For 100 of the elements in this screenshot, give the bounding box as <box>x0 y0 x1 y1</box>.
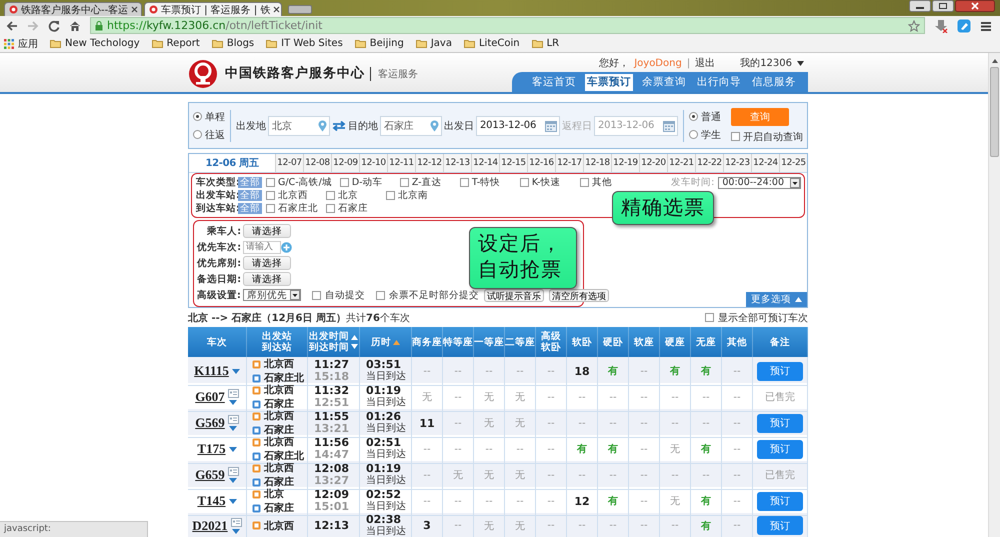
checkbox[interactable] <box>312 290 321 300</box>
menu-icon[interactable] <box>980 20 992 32</box>
date-tab[interactable]: 12-24 <box>751 154 779 172</box>
checkbox[interactable] <box>705 313 714 322</box>
checkbox[interactable] <box>400 178 409 187</box>
back-icon[interactable] <box>6 20 18 32</box>
stops-list-icon[interactable] <box>228 389 239 398</box>
date-tab[interactable]: 12-10 <box>359 154 387 172</box>
date-tab[interactable]: 12-21 <box>667 154 695 172</box>
caret-icon[interactable] <box>232 528 240 534</box>
close-icon[interactable] <box>955 0 995 12</box>
bookmark-link[interactable]: IT Web Sites <box>281 38 343 49</box>
option-button[interactable]: 试听提示音乐 <box>484 288 544 302</box>
date-tab[interactable]: 12-20 <box>639 154 667 172</box>
radio-button[interactable] <box>193 112 202 121</box>
reload-icon[interactable] <box>48 20 60 32</box>
bookmark-link[interactable]: Blogs <box>226 38 254 49</box>
radio-button[interactable] <box>689 112 698 121</box>
date-tab[interactable]: 12-13 <box>443 154 471 172</box>
checkbox[interactable] <box>376 290 385 300</box>
home-icon[interactable] <box>69 20 81 32</box>
date-tab[interactable]: 12-14 <box>471 154 499 172</box>
checkbox[interactable] <box>266 204 275 213</box>
date-tab[interactable]: 12-09 <box>331 154 359 172</box>
stops-list-icon[interactable] <box>230 518 242 526</box>
checkbox[interactable] <box>580 178 589 187</box>
date-tab[interactable]: 12-17 <box>555 154 583 172</box>
time-select[interactable]: 00:00--24:00 <box>718 176 801 188</box>
date-tab[interactable]: 12-12 <box>415 154 443 172</box>
date-tab[interactable]: 12-25 <box>779 154 807 172</box>
train-number-link[interactable]: D2021 <box>192 518 228 534</box>
account-menu[interactable]: 我的12306 <box>740 56 804 70</box>
train-number-link[interactable]: G659 <box>195 467 225 483</box>
close-icon[interactable] <box>273 6 280 13</box>
date-tab[interactable]: 12-23 <box>723 154 751 172</box>
nav-tab[interactable]: 信息服务 <box>750 74 798 90</box>
date-tab[interactable]: 12-08 <box>303 154 331 172</box>
checkbox[interactable] <box>731 132 740 141</box>
bookmark-link[interactable]: Java <box>430 38 452 49</box>
nav-tab[interactable]: 客运首页 <box>530 74 578 90</box>
stops-list-icon[interactable] <box>228 415 239 424</box>
checkbox[interactable] <box>340 178 349 187</box>
select-button[interactable]: 请选择 <box>243 224 291 238</box>
select-button[interactable]: 请选择 <box>243 256 291 270</box>
checkbox[interactable] <box>460 178 469 187</box>
bookmark-star-icon[interactable] <box>908 20 920 32</box>
address-bar[interactable]: https://kyfw.12306.cn/otn/leftTicket/init <box>90 17 925 34</box>
bookmark-link[interactable]: Report <box>166 38 200 49</box>
radio-button[interactable] <box>689 130 698 139</box>
caret-icon[interactable] <box>228 498 237 504</box>
bookmark-link[interactable]: 应用 <box>18 36 38 50</box>
input-field[interactable]: 石家庄 <box>380 116 442 136</box>
extension-icon[interactable] <box>957 18 971 32</box>
bookmark-link[interactable]: LR <box>546 38 560 49</box>
checkbox[interactable] <box>520 178 529 187</box>
caret-icon[interactable] <box>232 368 240 374</box>
input-field[interactable]: 2013-12-06 <box>476 116 560 136</box>
date-tab[interactable]: 12-19 <box>611 154 639 172</box>
browser-tab[interactable]: 车票预订 | 客运服务 | 铁 <box>144 2 282 16</box>
radio-button[interactable] <box>193 130 202 139</box>
download-icon[interactable] <box>934 18 948 32</box>
checkbox[interactable] <box>326 204 335 213</box>
nav-tab[interactable]: 余票查询 <box>640 74 688 90</box>
checkbox[interactable] <box>266 191 275 200</box>
checkbox[interactable] <box>326 191 335 200</box>
caret-icon[interactable] <box>229 400 238 405</box>
date-tab[interactable]: 12-16 <box>527 154 555 172</box>
train-number-link[interactable]: K1115 <box>194 363 229 379</box>
maximize-icon[interactable] <box>932 0 954 12</box>
stops-list-icon[interactable] <box>228 467 239 476</box>
bookmark-link[interactable]: New Techology <box>65 38 140 49</box>
date-tab[interactable]: 12-07 <box>275 154 303 172</box>
book-button[interactable]: 预订 <box>757 362 803 380</box>
input-field[interactable]: 北京 <box>268 116 330 136</box>
date-tab[interactable]: 12-22 <box>695 154 723 172</box>
caret-icon[interactable] <box>229 426 238 431</box>
book-button[interactable]: 预订 <box>757 414 803 432</box>
book-button[interactable]: 预订 <box>757 492 803 510</box>
date-tab[interactable]: 12-15 <box>499 154 527 172</box>
nav-tab[interactable]: 出行向导 <box>695 74 743 90</box>
select-button[interactable]: 请选择 <box>243 272 291 286</box>
caret-icon[interactable] <box>228 446 237 452</box>
close-icon[interactable] <box>131 6 138 13</box>
checkbox[interactable] <box>266 178 275 187</box>
book-button[interactable]: 预订 <box>757 440 803 458</box>
caret-icon[interactable] <box>229 478 238 483</box>
train-number-link[interactable]: T145 <box>197 493 226 509</box>
train-number-link[interactable]: G607 <box>195 389 225 405</box>
bookmark-link[interactable]: LiteCoin <box>478 38 520 49</box>
train-number-link[interactable]: G569 <box>195 415 225 431</box>
priority-select[interactable]: 席别优先 <box>242 289 301 301</box>
option-button[interactable]: 清空所有选项 <box>548 288 609 302</box>
add-icon[interactable] <box>281 242 292 252</box>
minimize-icon[interactable] <box>909 0 931 12</box>
scrollbar[interactable] <box>988 53 1000 537</box>
browser-tab[interactable]: 铁路客户服务中心--客运 <box>4 2 142 16</box>
date-tab[interactable]: 12-11 <box>387 154 415 172</box>
more-options-tab[interactable]: 更多选项 <box>746 292 807 307</box>
new-tab-button[interactable] <box>288 5 312 14</box>
train-number-link[interactable]: T175 <box>197 441 226 457</box>
